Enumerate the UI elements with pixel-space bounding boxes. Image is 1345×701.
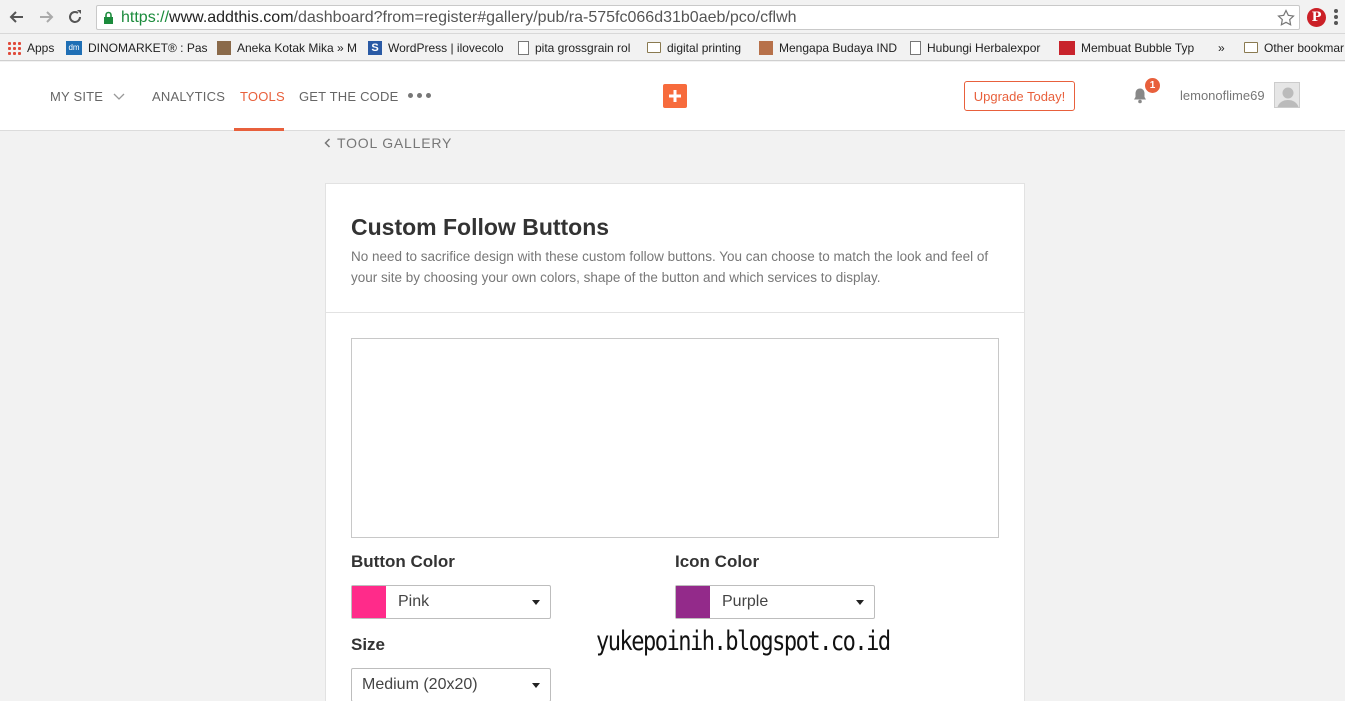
back-arrow-icon[interactable]: [7, 7, 27, 27]
icon-color-value: Purple: [722, 593, 769, 610]
idsn-favicon: [1059, 40, 1075, 55]
bookmark-hubungi[interactable]: Hubungi Herbalexpor: [910, 39, 1040, 56]
folder-icon: [1244, 42, 1258, 53]
bookmarks-bar: Apps dm DINOMARKET® : Pas Aneka Kotak Mi…: [0, 34, 1345, 61]
button-color-select[interactable]: Pink: [351, 585, 551, 619]
back-to-tool-gallery[interactable]: TOOL GALLERY: [324, 135, 452, 151]
overflow-chevron-icon: »: [1218, 40, 1225, 55]
page-description: No need to sacrifice design with these c…: [351, 249, 989, 285]
dropdown-caret-icon: [532, 599, 540, 605]
bookmark-apps[interactable]: Apps: [7, 39, 54, 56]
bookmark-digital-printing[interactable]: digital printing: [647, 39, 741, 56]
app-header: MY SITE ANALYTICS TOOLS GET THE CODE Upg…: [0, 62, 1345, 131]
wordpress-favicon: S: [368, 40, 382, 55]
upgrade-button[interactable]: Upgrade Today!: [964, 81, 1075, 111]
apps-grid-icon: [7, 40, 21, 55]
button-color-label: Button Color: [351, 552, 455, 571]
user-silhouette-icon: [1277, 87, 1299, 107]
address-bar[interactable]: https://www.addthis.com/dashboard?from=r…: [96, 5, 1300, 30]
size-label: Size: [351, 635, 386, 654]
bookmark-pita[interactable]: pita grossgrain rol: [518, 39, 630, 56]
icon-color-swatch: [676, 586, 710, 618]
folder-icon: [647, 42, 661, 53]
dm-favicon: dm: [66, 40, 82, 55]
nav-analytics[interactable]: ANALYTICS: [152, 89, 225, 104]
tool-card: Custom Follow Buttons No need to sacrifi…: [325, 183, 1025, 701]
bookmark-mengapa[interactable]: Mengapa Budaya IND: [759, 39, 897, 56]
browser-menu-icon[interactable]: [1333, 9, 1339, 25]
site-favicon: [217, 40, 231, 55]
pinterest-extension-icon[interactable]: P: [1307, 8, 1326, 27]
card-header: Custom Follow Buttons No need to sacrifi…: [326, 184, 1024, 313]
nav-my-site[interactable]: MY SITE: [50, 89, 125, 104]
page-icon: [910, 40, 921, 55]
page-icon: [518, 40, 529, 55]
bookmark-aneka-kotak[interactable]: Aneka Kotak Mika » M: [217, 39, 357, 56]
nav-get-the-code[interactable]: GET THE CODE: [299, 89, 398, 104]
back-label: TOOL GALLERY: [337, 135, 453, 151]
chevron-left-icon: [324, 138, 331, 148]
button-color-value: Pink: [398, 593, 430, 610]
bookmark-bubble[interactable]: Membuat Bubble Typ: [1059, 39, 1194, 56]
add-tool-button[interactable]: [663, 84, 687, 108]
notification-badge: 1: [1145, 78, 1160, 93]
page-title: Custom Follow Buttons: [351, 214, 610, 240]
chevron-down-icon: [113, 93, 125, 100]
lock-icon: [104, 11, 113, 24]
dropdown-caret-icon: [532, 682, 540, 688]
bookmark-wordpress[interactable]: S WordPress | ilovecolo: [368, 39, 504, 56]
preview-area: [351, 338, 999, 538]
bookmarks-overflow[interactable]: »: [1218, 39, 1225, 56]
avatar[interactable]: [1274, 82, 1300, 108]
bookmark-star-icon[interactable]: [1277, 9, 1295, 27]
size-select[interactable]: Medium (20x20): [351, 668, 551, 701]
button-color-swatch: [352, 586, 386, 618]
more-icon[interactable]: [408, 93, 431, 98]
size-value: Medium (20x20): [362, 676, 478, 693]
watermark: yukepoinih.blogspot.co.id: [596, 627, 891, 657]
forward-arrow-icon[interactable]: [36, 7, 56, 27]
nav-tools[interactable]: TOOLS: [240, 89, 285, 104]
plus-icon: [669, 90, 681, 102]
url-text: https://www.addthis.com/dashboard?from=r…: [121, 9, 797, 26]
active-tab-indicator: [234, 128, 284, 131]
dropdown-caret-icon: [856, 599, 864, 605]
icon-color-select[interactable]: Purple: [675, 585, 875, 619]
bookmark-dinomarket[interactable]: dm DINOMARKET® : Pas: [66, 39, 208, 56]
site-favicon: [759, 40, 773, 55]
bookmark-other[interactable]: Other bookmar: [1244, 39, 1344, 56]
nav-my-site-label: MY SITE: [50, 89, 104, 104]
browser-toolbar: https://www.addthis.com/dashboard?from=r…: [0, 0, 1345, 34]
reload-icon[interactable]: [65, 7, 85, 27]
username[interactable]: lemonoflime69: [1180, 88, 1265, 103]
icon-color-label: Icon Color: [675, 552, 760, 571]
